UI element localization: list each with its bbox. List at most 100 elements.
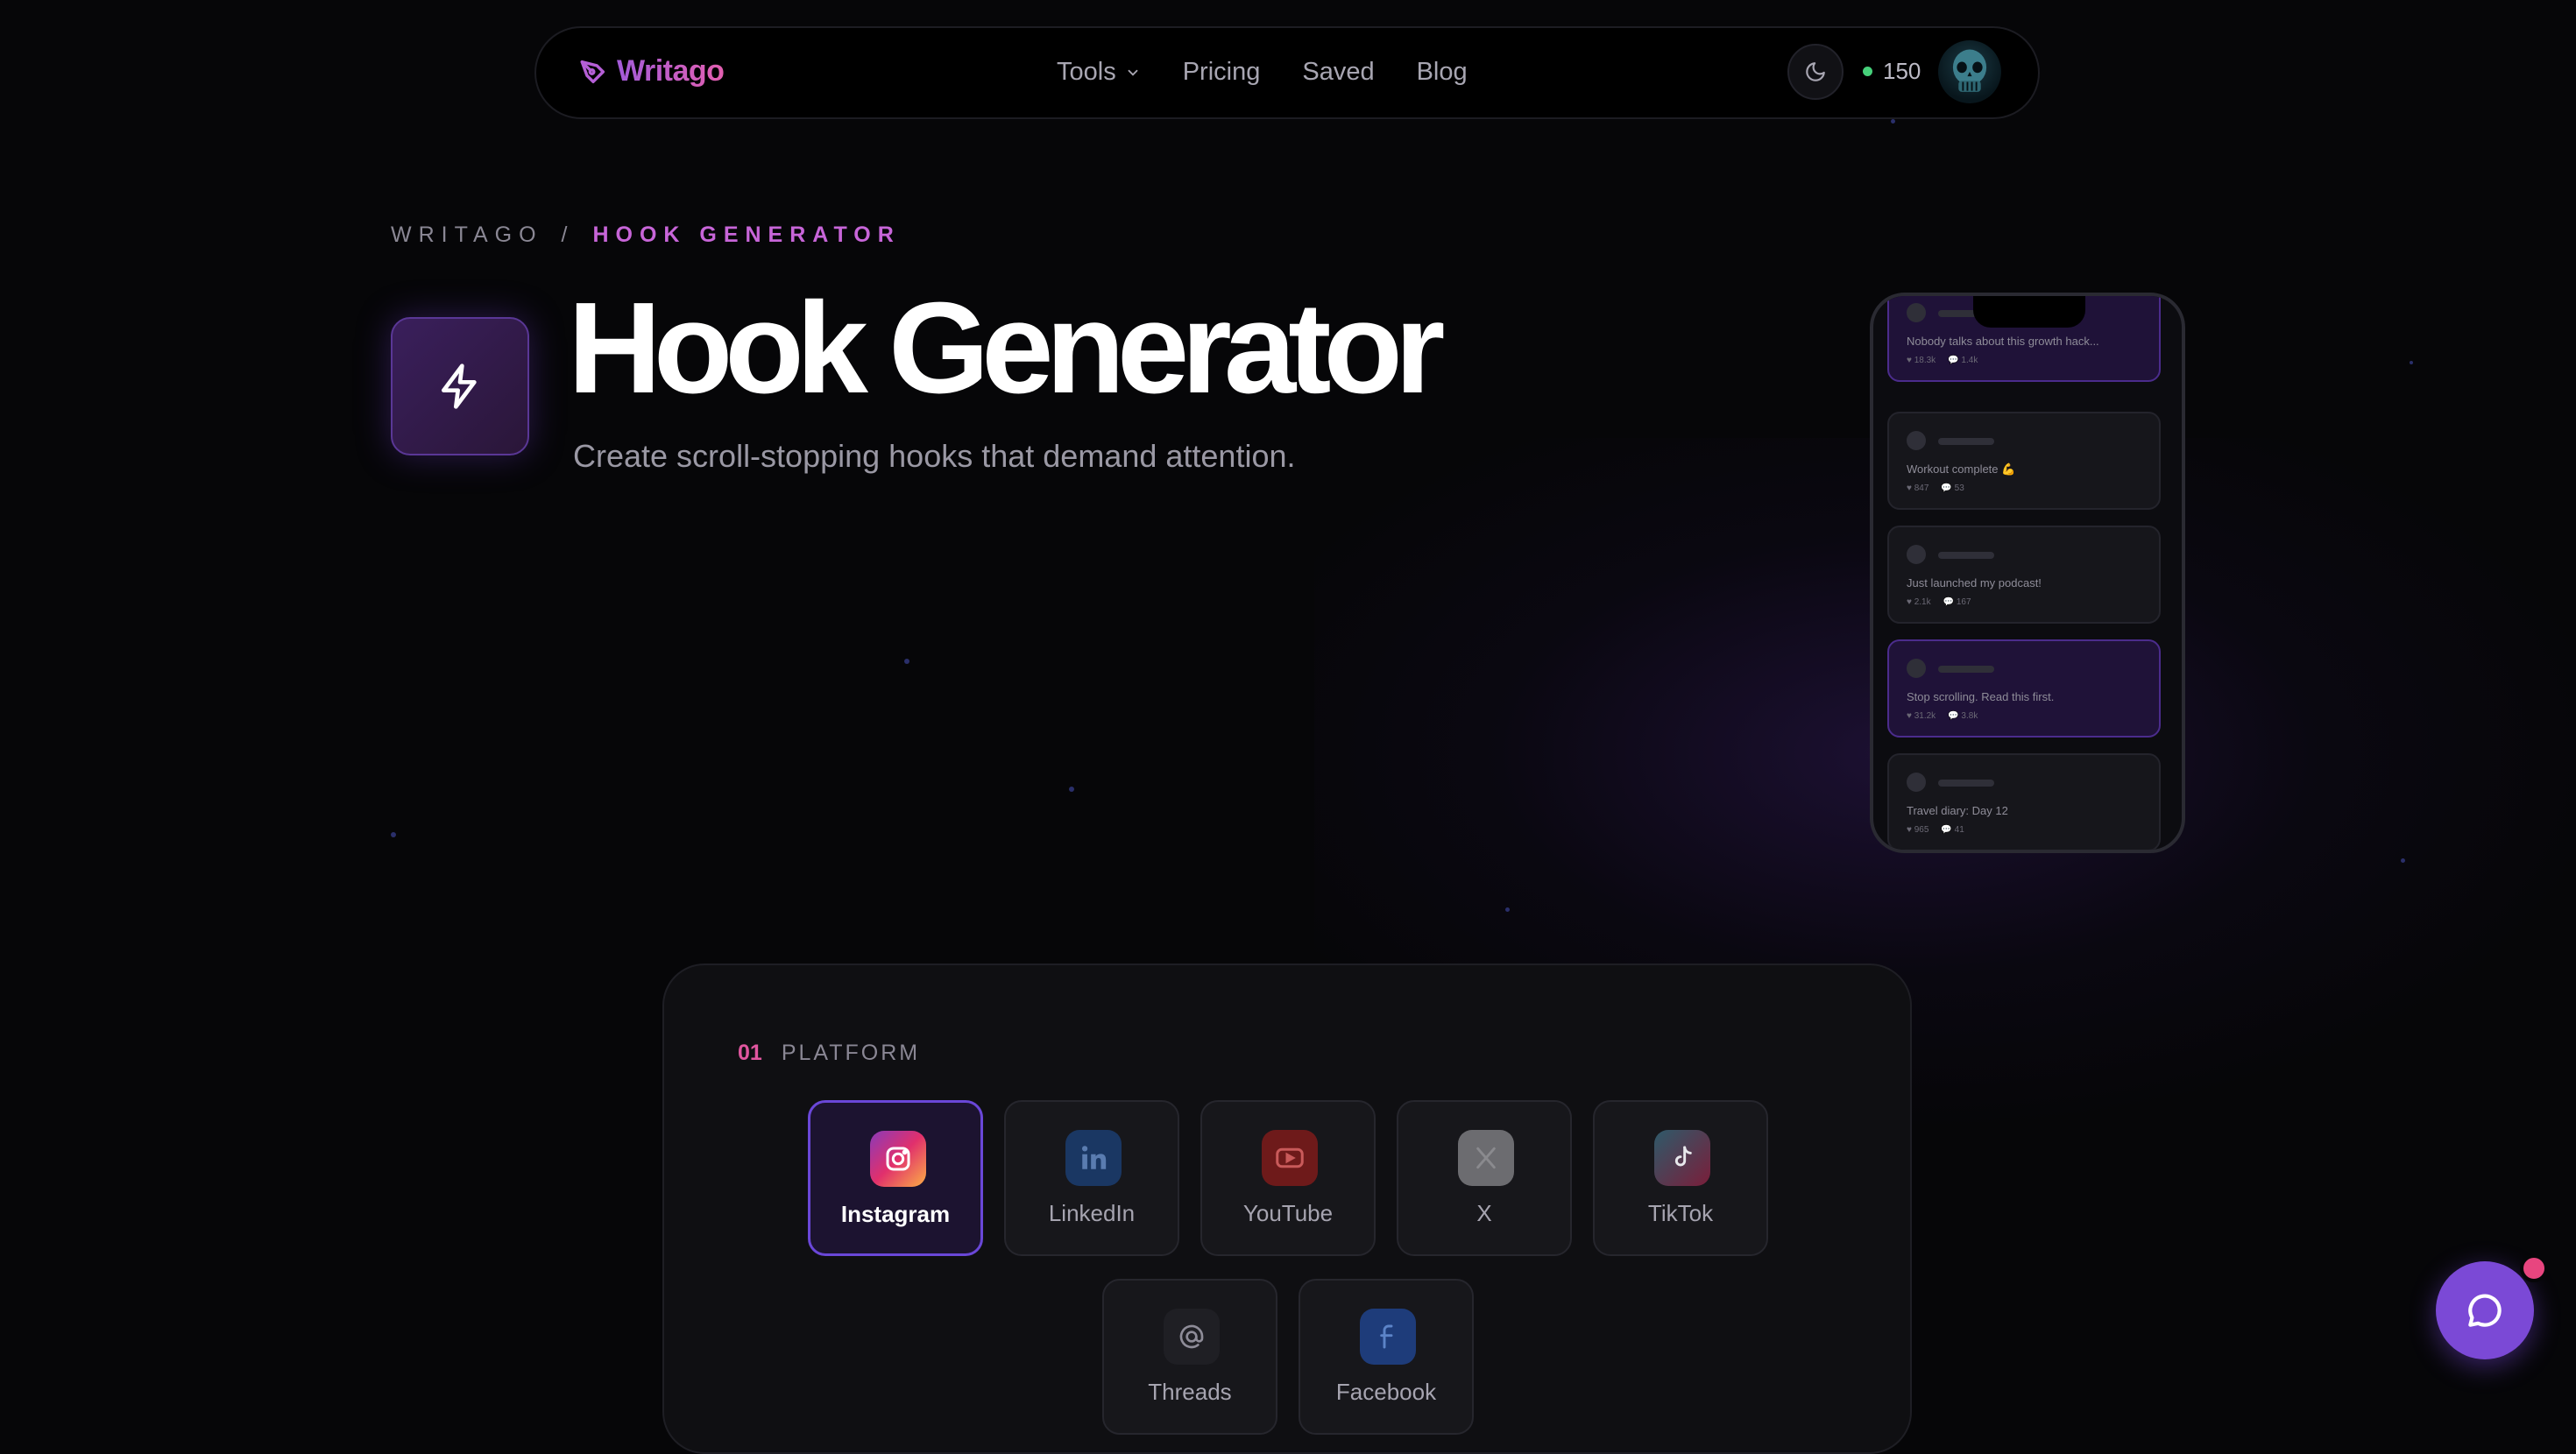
nav-link-label: Tools (1057, 58, 1116, 86)
logo[interactable]: Writago (578, 54, 725, 88)
platform-label: LinkedIn (1048, 1200, 1136, 1226)
nav-link-label: Blog (1416, 58, 1468, 86)
post-likes: ♥ 31.2k (1907, 711, 1936, 721)
post-comments-value: 167 (1956, 597, 1971, 607)
avatar[interactable] (1938, 40, 2001, 103)
phone-mockup: Nobody talks about this growth hack... ♥ … (1870, 293, 2185, 853)
star-dot (904, 659, 909, 664)
star-dot (391, 832, 396, 837)
post-stats: ♥ 847 💬 53 (1907, 483, 1964, 493)
linkedin-icon (1065, 1130, 1122, 1186)
platform-option-instagram[interactable]: Instagram (808, 1100, 983, 1256)
post-comments: 💬 53 (1941, 483, 1964, 493)
credits-value: 150 (1883, 58, 1921, 84)
post-avatar (1907, 659, 1926, 678)
tiktok-icon (1654, 1130, 1710, 1186)
section-title: PLATFORM (781, 1041, 921, 1065)
post-stats: ♥ 18.3k 💬 1.4k (1907, 356, 1978, 365)
post-username-bar (1938, 438, 1994, 445)
nav-link-label: Saved (1302, 58, 1375, 86)
phone-post: Workout complete 💪 ♥ 847 💬 53 (1887, 412, 2161, 510)
post-likes-value: 965 (1914, 825, 1929, 835)
post-username-bar (1938, 780, 1994, 787)
platform-label: X (1476, 1200, 1492, 1226)
platform-label: YouTube (1242, 1200, 1334, 1226)
platform-card: 01 PLATFORM Instagram LinkedIn YouTube X… (662, 963, 1912, 1454)
pen-nib-icon (580, 60, 605, 83)
facebook-icon (1360, 1309, 1416, 1365)
section-number: 01 (738, 1041, 762, 1065)
platform-option-youtube[interactable]: YouTube (1200, 1100, 1376, 1256)
platform-label: Instagram (840, 1201, 951, 1227)
post-comments: 💬 3.8k (1948, 711, 1978, 721)
post-comments-value: 3.8k (1961, 711, 1978, 721)
credits-counter: 150 (1863, 58, 1921, 85)
phone-notch (1973, 296, 2085, 328)
post-text: Workout complete 💪 (1907, 462, 2016, 476)
post-username-bar (1938, 552, 1994, 559)
phone-post: Travel diary: Day 12 ♥ 965 💬 41 (1887, 753, 2161, 850)
star-dot (2401, 858, 2405, 863)
post-comments-value: 53 (1954, 483, 1964, 493)
post-stats: ♥ 965 💬 41 (1907, 825, 1964, 835)
theme-toggle-button[interactable] (1787, 44, 1844, 100)
post-likes-value: 2.1k (1914, 597, 1931, 607)
star-dot (2410, 361, 2413, 364)
post-avatar (1907, 303, 1926, 322)
chat-bubble-icon (2468, 1294, 2502, 1327)
phone-post: Just launched my podcast! ♥ 2.1k 💬 167 (1887, 526, 2161, 624)
platform-option-threads[interactable]: Threads (1102, 1279, 1277, 1435)
post-comments: 💬 1.4k (1948, 356, 1978, 365)
post-likes: ♥ 2.1k (1907, 597, 1931, 607)
notification-dot (2520, 1254, 2548, 1282)
post-text: Travel diary: Day 12 (1907, 804, 2008, 817)
platform-option-linkedin[interactable]: LinkedIn (1004, 1100, 1179, 1256)
platform-label: TikTok (1647, 1200, 1714, 1226)
nav-link-saved[interactable]: Saved (1302, 58, 1374, 87)
top-navbar: Writago Tools Pricing Saved Blog 150 (534, 26, 2040, 119)
post-text: Just launched my podcast! (1907, 576, 2042, 589)
post-avatar (1907, 431, 1926, 450)
chat-button[interactable] (2436, 1261, 2534, 1359)
page-subtitle: Create scroll-stopping hooks that demand… (573, 438, 1296, 474)
page-title: Hook Generator (568, 276, 1445, 420)
post-likes: ♥ 18.3k (1907, 356, 1936, 365)
platform-option-tiktok[interactable]: TikTok (1593, 1100, 1768, 1256)
post-text: Stop scrolling. Read this first. (1907, 690, 2055, 703)
platform-label: Threads (1148, 1379, 1232, 1405)
post-text: Nobody talks about this growth hack... (1907, 335, 2099, 348)
lightning-bolt-icon (442, 364, 477, 409)
post-comments: 💬 41 (1941, 825, 1964, 835)
star-dot (1505, 907, 1510, 912)
threads-icon (1164, 1309, 1220, 1365)
nav-link-pricing[interactable]: Pricing (1183, 58, 1261, 87)
platform-option-facebook[interactable]: Facebook (1299, 1279, 1474, 1435)
post-likes-value: 18.3k (1914, 356, 1936, 365)
phone-post: Stop scrolling. Read this first. ♥ 31.2k 💬… (1887, 639, 2161, 738)
instagram-icon (870, 1131, 926, 1187)
post-stats: ♥ 31.2k 💬 3.8k (1907, 711, 1978, 721)
post-username-bar (1938, 666, 1994, 673)
x-icon (1458, 1130, 1514, 1186)
post-comments: 💬 167 (1943, 597, 1971, 607)
nav-link-tools[interactable]: Tools (1057, 58, 1141, 87)
nav-link-blog[interactable]: Blog (1417, 58, 1468, 87)
breadcrumb-root[interactable]: WRITAGO (391, 222, 543, 247)
platform-option-x[interactable]: X (1397, 1100, 1572, 1256)
post-likes-value: 847 (1914, 483, 1929, 493)
chevron-down-icon (1128, 69, 1138, 76)
post-avatar (1907, 545, 1926, 564)
breadcrumb-current: HOOK GENERATOR (592, 222, 901, 247)
star-dot (1891, 119, 1895, 124)
post-likes-value: 31.2k (1914, 711, 1936, 721)
skull-avatar-icon (1952, 49, 1987, 92)
status-dot (1863, 67, 1872, 76)
star-dot (1069, 787, 1074, 792)
breadcrumb: WRITAGO / HOOK GENERATOR (391, 222, 901, 248)
section-label: 01 PLATFORM (738, 1041, 920, 1066)
post-likes: ♥ 847 (1907, 483, 1929, 493)
youtube-icon (1262, 1130, 1318, 1186)
post-stats: ♥ 2.1k 💬 167 (1907, 597, 1971, 607)
moon-icon (1806, 62, 1825, 81)
breadcrumb-separator: / (561, 222, 575, 247)
